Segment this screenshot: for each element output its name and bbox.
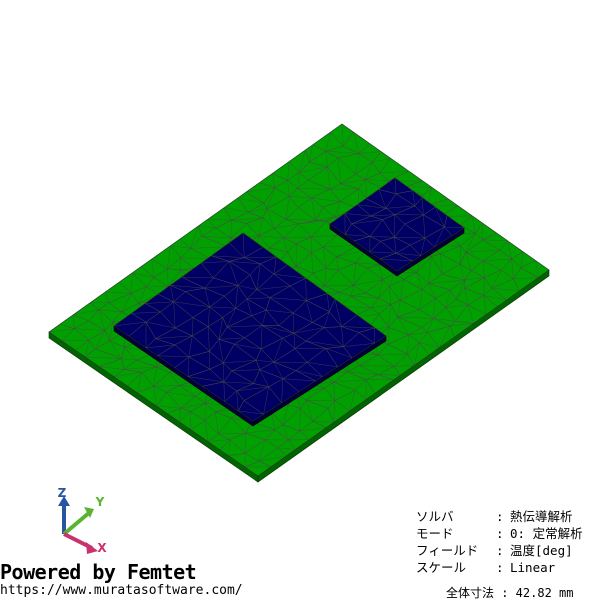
axis-triad-icon: Z Y X (58, 486, 108, 555)
info-value: 0: 定常解析 (510, 526, 583, 541)
info-sep: : (496, 560, 504, 575)
info-value: Linear (510, 560, 556, 575)
powered-by-label: Powered by Femtet (0, 560, 197, 584)
info-row-mode: モード:0: 定常解析 (416, 525, 583, 542)
info-sep: : (496, 543, 504, 558)
info-key: フィールド (416, 543, 479, 558)
info-key: スケール (416, 560, 467, 575)
info-key: モード (416, 526, 454, 541)
info-row-scale: スケール: Linear (416, 559, 583, 576)
info-sep: : (496, 509, 504, 524)
info-key: ソルバ (416, 509, 454, 524)
info-row-solver: ソルバ: 熱伝導解析 (416, 508, 583, 525)
info-sep: : (496, 526, 504, 541)
axis-z-label: Z (58, 486, 67, 500)
analysis-info-panel: ソルバ: 熱伝導解析 モード:0: 定常解析 フィールド: 温度[deg] スケール… (416, 508, 583, 576)
website-url: https://www.muratasoftware.com/ (0, 583, 243, 598)
info-value: 熱伝導解析 (510, 509, 573, 524)
overall-dimension: 全体寸法 : 42.82 mm (446, 586, 574, 600)
axis-y-label: Y (95, 495, 105, 509)
axis-x-label: X (97, 541, 107, 555)
info-value: 温度[deg] (510, 543, 573, 558)
info-row-field: フィールド: 温度[deg] (416, 542, 583, 559)
